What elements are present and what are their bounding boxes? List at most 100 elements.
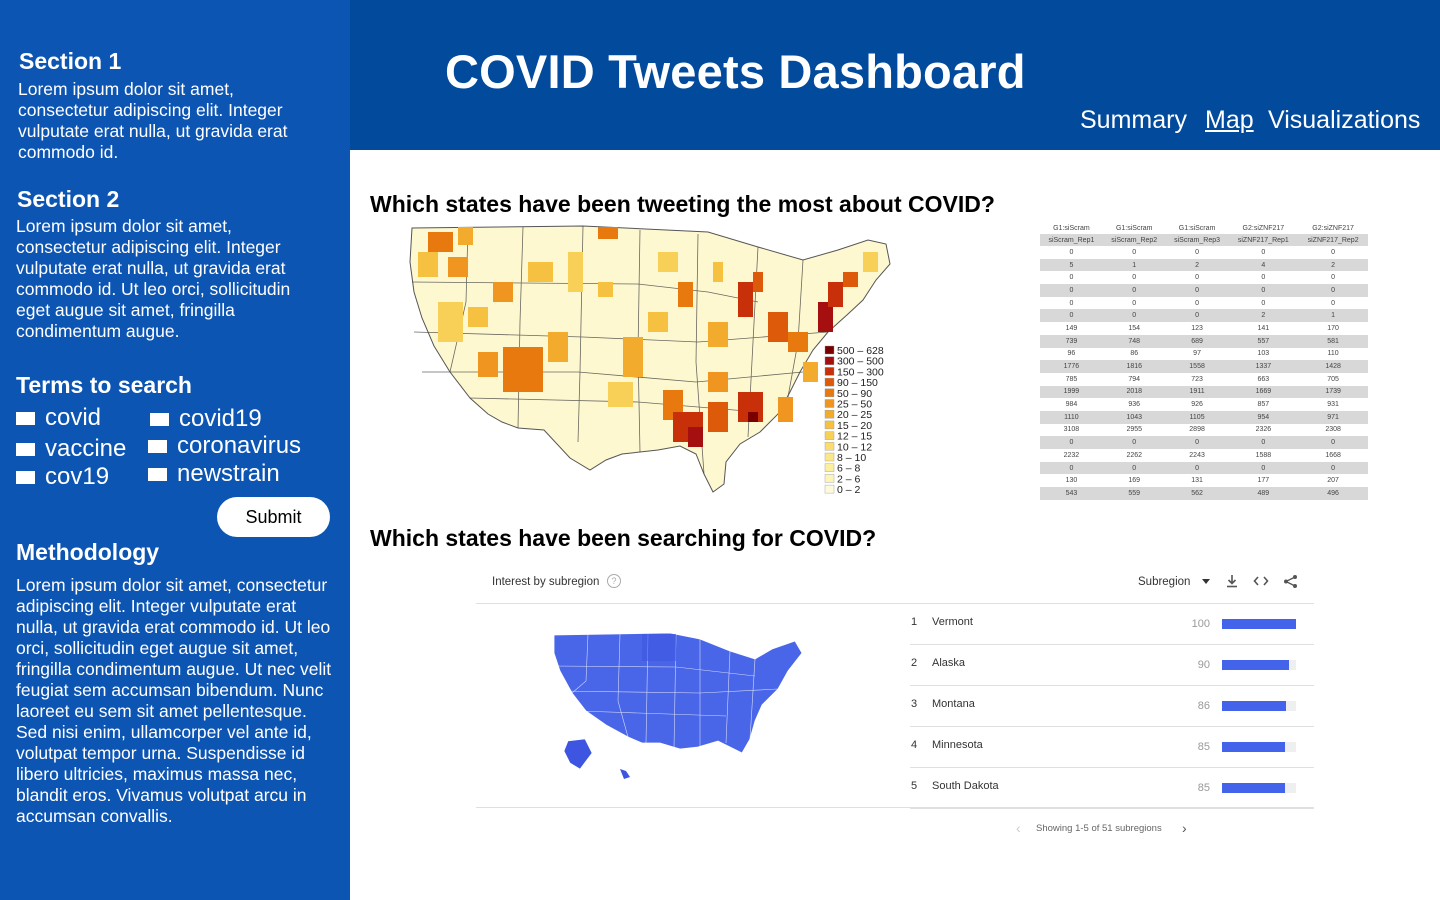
- table-row: 1999 2018 1911 1669 1739: [1040, 385, 1368, 399]
- table-cell: 496: [1298, 487, 1368, 500]
- table-cell: 971: [1298, 410, 1368, 424]
- section-2-title: Section 2: [17, 186, 120, 212]
- table-subheader: siScram_Rep1: [1040, 234, 1103, 246]
- table-cell: 689: [1165, 334, 1229, 348]
- table-cell: 857: [1257, 401, 1270, 409]
- dropdown-caret-icon[interactable]: [1202, 579, 1210, 584]
- table-cell: 130: [1065, 477, 1078, 485]
- table-cell: 0: [1102, 284, 1166, 297]
- question-tweets-title: Which states have been tweeting the most…: [370, 191, 995, 217]
- interest-value: 85: [1197, 782, 1210, 794]
- tweets-choropleth-map: 500 – 628300 – 500150 – 30090 – 15050 – …: [409, 225, 891, 496]
- term-checkbox-covid19[interactable]: covid19: [150, 405, 262, 433]
- interest-value: 85: [1197, 741, 1210, 753]
- table-cell: 0: [1195, 274, 1200, 282]
- term-label: covid19: [179, 405, 262, 432]
- list-item[interactable]: 5 South Dakota 85: [910, 768, 1314, 809]
- table-cell: 0: [1132, 274, 1137, 282]
- term-checkbox-covid[interactable]: covid: [16, 404, 101, 432]
- table-row: 543 559 562 489 496: [1040, 487, 1368, 500]
- embed-icon[interactable]: [1253, 574, 1269, 590]
- table-cell: 0: [1165, 284, 1229, 297]
- download-icon[interactable]: [1224, 574, 1240, 590]
- table-row: 00000: [1040, 271, 1368, 284]
- table-subheader: siZNF217_Rep2: [1298, 234, 1368, 246]
- pagination-text: Showing 1-5 of 51 subregions: [1036, 823, 1162, 834]
- legend-swatch: [824, 474, 835, 483]
- submit-button[interactable]: Submit: [217, 497, 330, 537]
- subregion-dropdown[interactable]: Subregion: [1138, 576, 1190, 588]
- interest-bar-track: [1222, 701, 1296, 711]
- table-cell: 2898: [1189, 426, 1205, 434]
- term-label: newstrain: [177, 460, 280, 487]
- table-cell: 3108: [1063, 426, 1080, 434]
- share-icon[interactable]: [1282, 574, 1298, 590]
- next-page-icon[interactable]: ›: [1182, 820, 1187, 836]
- term-checkbox-cov19[interactable]: cov19: [16, 463, 109, 491]
- region-name: Montana: [932, 698, 975, 710]
- list-item[interactable]: 1 Vermont 100: [910, 604, 1314, 645]
- table-cell: 739: [1040, 334, 1103, 348]
- table-cell: 2018: [1102, 385, 1166, 399]
- list-item[interactable]: 3 Montana 86: [910, 686, 1314, 727]
- legend-swatch: [824, 399, 835, 408]
- table-cell: 1669: [1228, 385, 1299, 399]
- legend-swatch: [824, 452, 835, 462]
- table-row: 149 154 123 141 170: [1040, 322, 1368, 335]
- table-cell: 4: [1228, 258, 1299, 272]
- table-cell: 0: [1069, 274, 1074, 282]
- checkbox-icon[interactable]: [16, 470, 35, 484]
- table-cell: 0: [1195, 299, 1200, 307]
- table-cell: 1739: [1298, 385, 1368, 399]
- checkbox-icon[interactable]: [148, 439, 167, 453]
- list-item[interactable]: 2 Alaska 90: [910, 645, 1314, 686]
- prev-page-icon[interactable]: ‹: [1016, 820, 1021, 836]
- table-cell: 2232: [1063, 451, 1080, 459]
- nav-visualizations[interactable]: Visualizations: [1268, 106, 1420, 135]
- list-item[interactable]: 4 Minnesota 85: [910, 727, 1314, 768]
- checkbox-icon[interactable]: [16, 442, 35, 456]
- checkbox-icon[interactable]: [16, 411, 35, 425]
- table-row: 00000: [1040, 436, 1368, 449]
- table-cell: 0: [1132, 299, 1137, 307]
- table-cell: 489: [1228, 487, 1299, 500]
- checkbox-icon[interactable]: [150, 412, 169, 426]
- legend-swatch: [824, 377, 835, 387]
- table-header: G1:siScram: [1053, 224, 1090, 232]
- nav-summary[interactable]: Summary: [1080, 106, 1187, 135]
- methodology-text: Lorem ipsum dolor sit amet, consectetur …: [16, 575, 332, 826]
- table-row: 00000: [1040, 461, 1368, 475]
- table-cell: 141: [1257, 324, 1270, 332]
- help-icon[interactable]: ?: [607, 574, 621, 588]
- table-cell: 2262: [1126, 451, 1143, 459]
- table-cell: 1816: [1102, 360, 1166, 373]
- data-table: G1:siScram G1:siScram G1:siScram G2:siZNF21…: [1040, 222, 1368, 502]
- table-row: 1776 1816 1558 1337 1428: [1040, 360, 1368, 373]
- table-cell: 748: [1102, 334, 1166, 348]
- nav-map[interactable]: Map: [1205, 106, 1254, 135]
- table-cell: 0: [1195, 248, 1200, 256]
- legend-swatch: [824, 431, 835, 440]
- table-cell: 0: [1228, 461, 1299, 475]
- table-cell: 149: [1065, 324, 1078, 332]
- term-checkbox-coronavirus[interactable]: coronavirus: [148, 432, 301, 460]
- term-checkbox-newstrain[interactable]: newstrain: [148, 460, 280, 488]
- table-cell: 562: [1165, 487, 1229, 500]
- table-cell: 785: [1065, 375, 1078, 383]
- table-cell: 1110: [1040, 410, 1103, 424]
- term-checkbox-vaccine[interactable]: vaccine: [16, 435, 126, 463]
- rank-number: 2: [911, 657, 918, 669]
- table-row: 130 169 131 177 207: [1040, 474, 1368, 487]
- table-cell: 0: [1040, 436, 1103, 449]
- legend-swatch: [824, 484, 835, 494]
- table-cell: 931: [1327, 401, 1339, 409]
- table-cell: 0: [1298, 461, 1368, 475]
- header: COVID Tweets Dashboard Summary Map Visua…: [350, 0, 1440, 150]
- checkbox-icon[interactable]: [148, 467, 167, 481]
- page-title: COVID Tweets Dashboard: [445, 45, 1026, 98]
- table-cell: 103: [1257, 350, 1270, 358]
- table-cell: 1043: [1102, 410, 1166, 424]
- table-cell: 154: [1128, 324, 1141, 332]
- rank-number: 1: [911, 616, 918, 628]
- table-cell: 2: [1165, 258, 1229, 272]
